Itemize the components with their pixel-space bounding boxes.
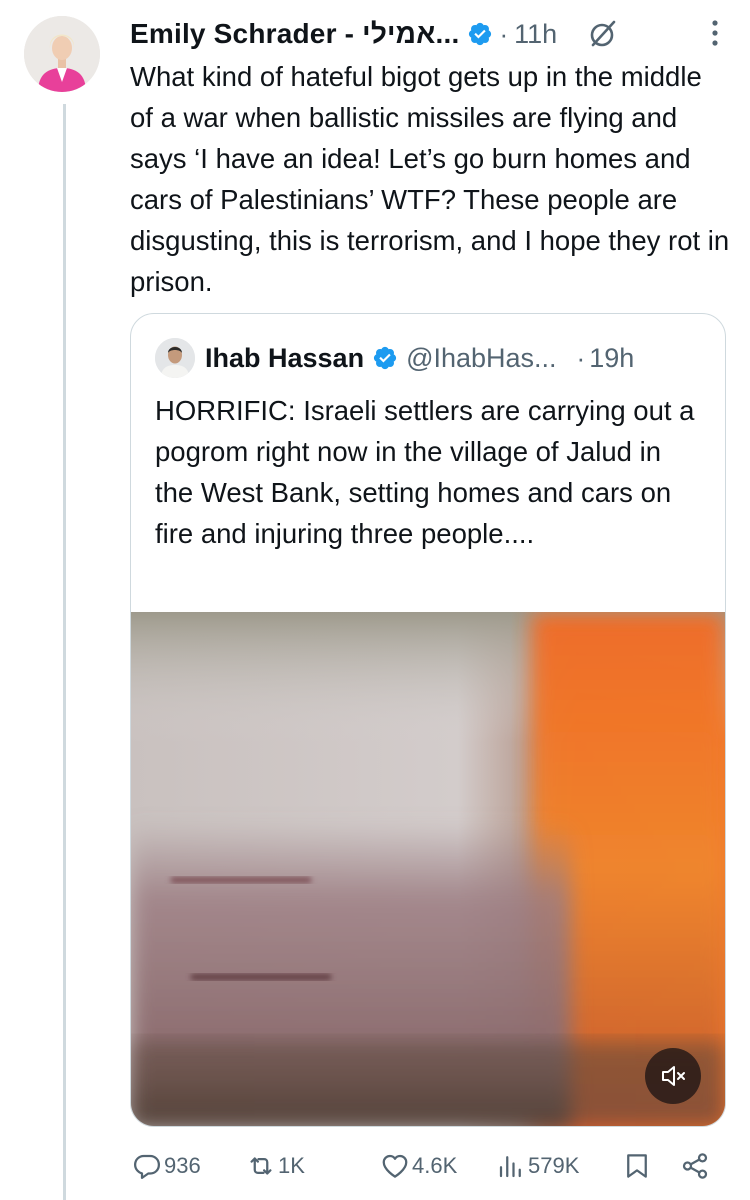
author-name[interactable]: Emily Schrader - אמילי...	[130, 18, 459, 50]
views-icon	[499, 1156, 521, 1178]
quoted-tweet-text: HORRIFIC: Israeli settlers are carrying …	[155, 395, 695, 549]
quoted-author-handle[interactable]: @IhabHas...	[406, 343, 556, 374]
reply-button[interactable]: 936	[132, 1146, 201, 1186]
mute-button[interactable]	[645, 1048, 701, 1104]
views-button[interactable]: 579K	[496, 1146, 579, 1186]
like-count: 4.6K	[412, 1153, 458, 1178]
separator-dot: ·	[576, 342, 586, 373]
quoted-tweet-time[interactable]: 19h	[589, 343, 634, 374]
verified-badge-icon	[373, 346, 397, 370]
tweet-text: What kind of hateful bigot gets up in th…	[130, 61, 730, 297]
quoted-tweet[interactable]: Ihab Hassan @IhabHas... · 19h HORRIFIC: …	[130, 313, 726, 1127]
verified-badge-icon	[469, 22, 492, 46]
separator-dot: ·	[499, 18, 509, 49]
repost-count: 1K	[278, 1153, 305, 1178]
share-button[interactable]	[680, 1146, 710, 1186]
quoted-author-name[interactable]: Ihab Hassan	[205, 343, 364, 374]
views-count: 579K	[528, 1153, 580, 1178]
mute-icon	[662, 1066, 685, 1086]
bookmark-button[interactable]	[622, 1146, 652, 1186]
author-avatar[interactable]	[24, 16, 100, 92]
action-bar: 936 1K 4.6K 579K	[130, 1146, 730, 1186]
like-icon	[382, 1154, 408, 1178]
more-icon[interactable]	[710, 18, 720, 48]
repost-icon	[250, 1157, 272, 1175]
bookmark-icon	[627, 1154, 647, 1178]
tweet-header: Emily Schrader - אמילי... · 11h	[130, 14, 730, 54]
quoted-tweet-header: Ihab Hassan @IhabHas... · 19h	[155, 338, 634, 378]
like-button[interactable]: 4.6K	[380, 1146, 457, 1186]
repost-button[interactable]: 1K	[246, 1146, 305, 1186]
video-player[interactable]	[131, 612, 725, 1126]
grok-icon[interactable]	[587, 18, 619, 50]
quoted-author-avatar	[155, 338, 195, 378]
share-icon	[682, 1153, 708, 1179]
reply-icon	[134, 1154, 160, 1179]
tweet-time[interactable]: 11h	[514, 19, 557, 50]
thread-line	[63, 104, 66, 1200]
reply-count: 936	[164, 1153, 201, 1178]
